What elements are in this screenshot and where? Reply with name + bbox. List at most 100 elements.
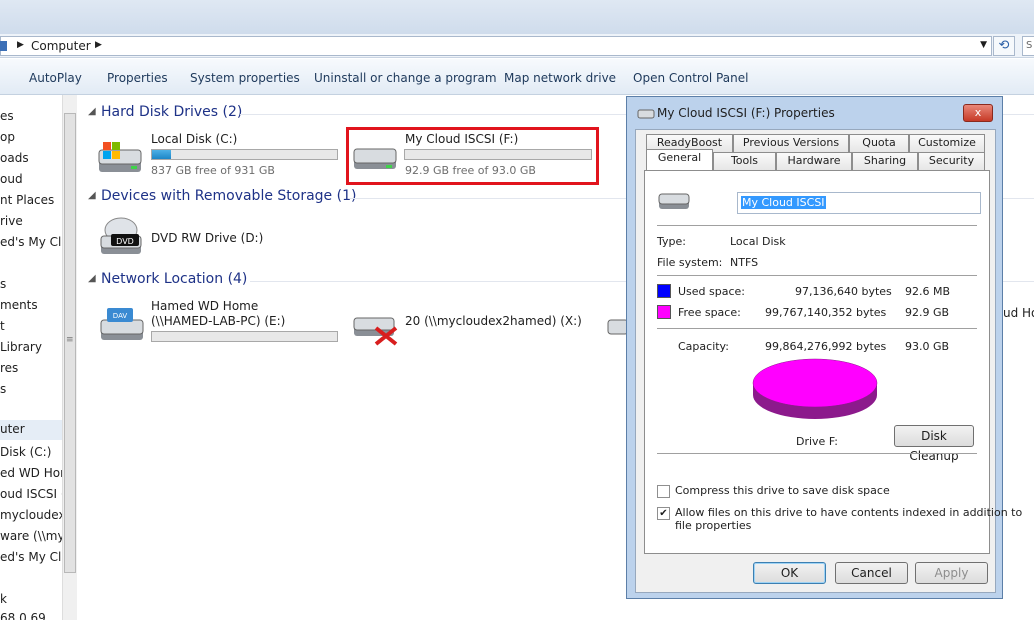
dvd-label: DVD <box>116 237 134 246</box>
used-space-size: 92.6 MB <box>905 285 951 298</box>
drive-partial-name[interactable]: ud Ho <box>1003 306 1034 320</box>
nav-item[interactable]: ware (\\my <box>0 529 62 543</box>
drive-letter-label: Drive F: <box>796 435 839 448</box>
index-label-line2: file properties <box>675 519 752 532</box>
used-space-label: Used space: <box>678 285 746 298</box>
nav-item[interactable]: oads <box>0 151 29 165</box>
breadcrumb-computer[interactable]: Computer <box>31 39 91 53</box>
nav-item[interactable]: ments <box>0 298 38 312</box>
pie-free-slice <box>752 358 878 408</box>
general-tab-panel: My Cloud ISCSI Type: Local Disk File sys… <box>644 170 1022 554</box>
tab-hardware[interactable]: Hardware <box>776 152 852 170</box>
group-removable-storage[interactable]: Devices with Removable Storage (1) <box>101 188 356 204</box>
address-input[interactable]: ▶ Computer ▶ ▼ <box>0 36 992 56</box>
autoplay-button[interactable]: AutoPlay <box>29 71 82 85</box>
type-value: Local Disk <box>730 235 786 248</box>
drive-icon <box>658 193 690 209</box>
nav-item[interactable]: s <box>0 382 6 396</box>
close-button[interactable]: x <box>963 104 993 122</box>
drive-icon <box>637 109 655 119</box>
ok-button[interactable]: OK <box>753 562 826 584</box>
tab-quota[interactable]: Quota <box>849 134 909 152</box>
hard-drive-icon <box>98 142 142 172</box>
volume-name-input[interactable]: My Cloud ISCSI <box>737 192 981 214</box>
index-checkbox[interactable]: ✔ <box>657 507 670 520</box>
nav-item[interactable]: s <box>0 277 6 291</box>
free-space-bytes: 99,767,140,352 bytes <box>765 306 887 319</box>
nav-item[interactable]: ed's My Clo <box>0 235 62 249</box>
tab-customize[interactable]: Customize <box>909 134 985 152</box>
dialog-body: ReadyBoost Previous Versions Quota Custo… <box>635 129 1022 593</box>
apply-button[interactable]: Apply <box>915 562 988 584</box>
drive-c-name: Local Disk (C:) <box>151 132 238 146</box>
file-system-label: File system: <box>657 256 723 269</box>
used-space-swatch <box>657 284 671 298</box>
separator <box>657 453 977 454</box>
disk-cleanup-button[interactable]: Disk Cleanup <box>894 425 974 463</box>
collapse-icon[interactable]: ◢ <box>88 190 96 201</box>
compress-label: Compress this drive to save disk space <box>675 484 890 497</box>
separator <box>657 328 977 329</box>
nav-item[interactable]: ed WD Hom <box>0 466 62 480</box>
map-network-drive-button[interactable]: Map network drive <box>504 71 616 85</box>
close-icon: x <box>974 106 982 119</box>
navigation-pane: es op oads oud nt Places rive ed's My Cl… <box>0 95 62 620</box>
capacity-label: Capacity: <box>678 340 729 353</box>
free-space-swatch <box>657 305 671 319</box>
group-hard-disk-drives[interactable]: Hard Disk Drives (2) <box>101 104 242 120</box>
search-input[interactable]: S <box>1022 36 1034 56</box>
nav-item[interactable]: t <box>0 319 5 333</box>
refresh-icon[interactable]: ⟲ <box>993 36 1015 56</box>
dav-label: DAV <box>113 312 128 320</box>
disconnected-drive-icon <box>353 317 398 346</box>
nav-item[interactable]: oud ISCSI ( <box>0 487 62 501</box>
nav-item[interactable]: oud <box>0 172 23 186</box>
nav-item[interactable]: Library <box>0 340 42 354</box>
free-space-size: 92.9 GB <box>905 306 950 319</box>
cancel-button[interactable]: Cancel <box>835 562 908 584</box>
nav-item[interactable]: mycloudex2 <box>0 508 62 522</box>
properties-button[interactable]: Properties <box>107 71 168 85</box>
tab-previous-versions[interactable]: Previous Versions <box>733 134 849 152</box>
open-control-panel-button[interactable]: Open Control Panel <box>633 71 748 85</box>
tab-sharing[interactable]: Sharing <box>852 152 918 170</box>
tab-security[interactable]: Security <box>918 152 985 170</box>
drive-c-usage-bar <box>151 149 338 160</box>
address-bar: ▶ Computer ▶ ▼ ⟲ S <box>0 34 1034 58</box>
drive-e-usage-bar <box>151 331 338 342</box>
network-drive-icon[interactable] <box>606 310 628 340</box>
collapse-icon[interactable]: ◢ <box>88 273 96 284</box>
breadcrumb-arrow-icon[interactable]: ▶ <box>95 40 102 50</box>
network-drive-icon: DAV <box>100 308 144 340</box>
disk-usage-pie-chart <box>752 358 878 419</box>
nav-item[interactable]: es <box>0 109 14 123</box>
type-label: Type: <box>657 235 686 248</box>
nav-item[interactable]: k <box>0 592 7 606</box>
nav-item[interactable]: ed's My Clo <box>0 550 62 564</box>
nav-item[interactable]: op <box>0 130 15 144</box>
uninstall-program-button[interactable]: Uninstall or change a program <box>314 71 497 85</box>
drive-c-usage-fill <box>152 150 171 159</box>
index-label-line1: Allow files on this drive to have conten… <box>675 506 1023 519</box>
system-properties-button[interactable]: System properties <box>190 71 300 85</box>
nav-item[interactable]: Disk (C:) <box>0 445 51 459</box>
navigation-scrollbar[interactable]: ≡ <box>62 95 77 620</box>
group-network-location[interactable]: Network Location (4) <box>101 271 247 287</box>
nav-item[interactable]: 68.0.69 <box>0 611 46 620</box>
address-dropdown-icon[interactable]: ▼ <box>980 40 987 50</box>
breadcrumb-arrow-icon[interactable]: ▶ <box>17 40 24 50</box>
separator <box>657 225 977 226</box>
tab-general[interactable]: General <box>646 149 713 170</box>
dialog-title: My Cloud ISCSI (F:) Properties <box>657 106 835 120</box>
nav-item[interactable]: nt Places <box>0 193 54 207</box>
nav-item[interactable]: rive <box>0 214 23 228</box>
compress-checkbox[interactable] <box>657 485 670 498</box>
drive-e-path: (\\HAMED-LAB-PC) (E:) <box>151 314 286 328</box>
properties-dialog: My Cloud ISCSI (F:) Properties x ReadyBo… <box>626 96 1022 599</box>
nav-computer-header[interactable]: uter <box>0 420 62 440</box>
nav-item[interactable]: res <box>0 361 18 375</box>
capacity-size: 93.0 GB <box>905 340 950 353</box>
tab-tools[interactable]: Tools <box>713 152 776 170</box>
collapse-icon[interactable]: ◢ <box>88 106 96 117</box>
drive-c-free-text: 837 GB free of 931 GB <box>151 164 275 177</box>
